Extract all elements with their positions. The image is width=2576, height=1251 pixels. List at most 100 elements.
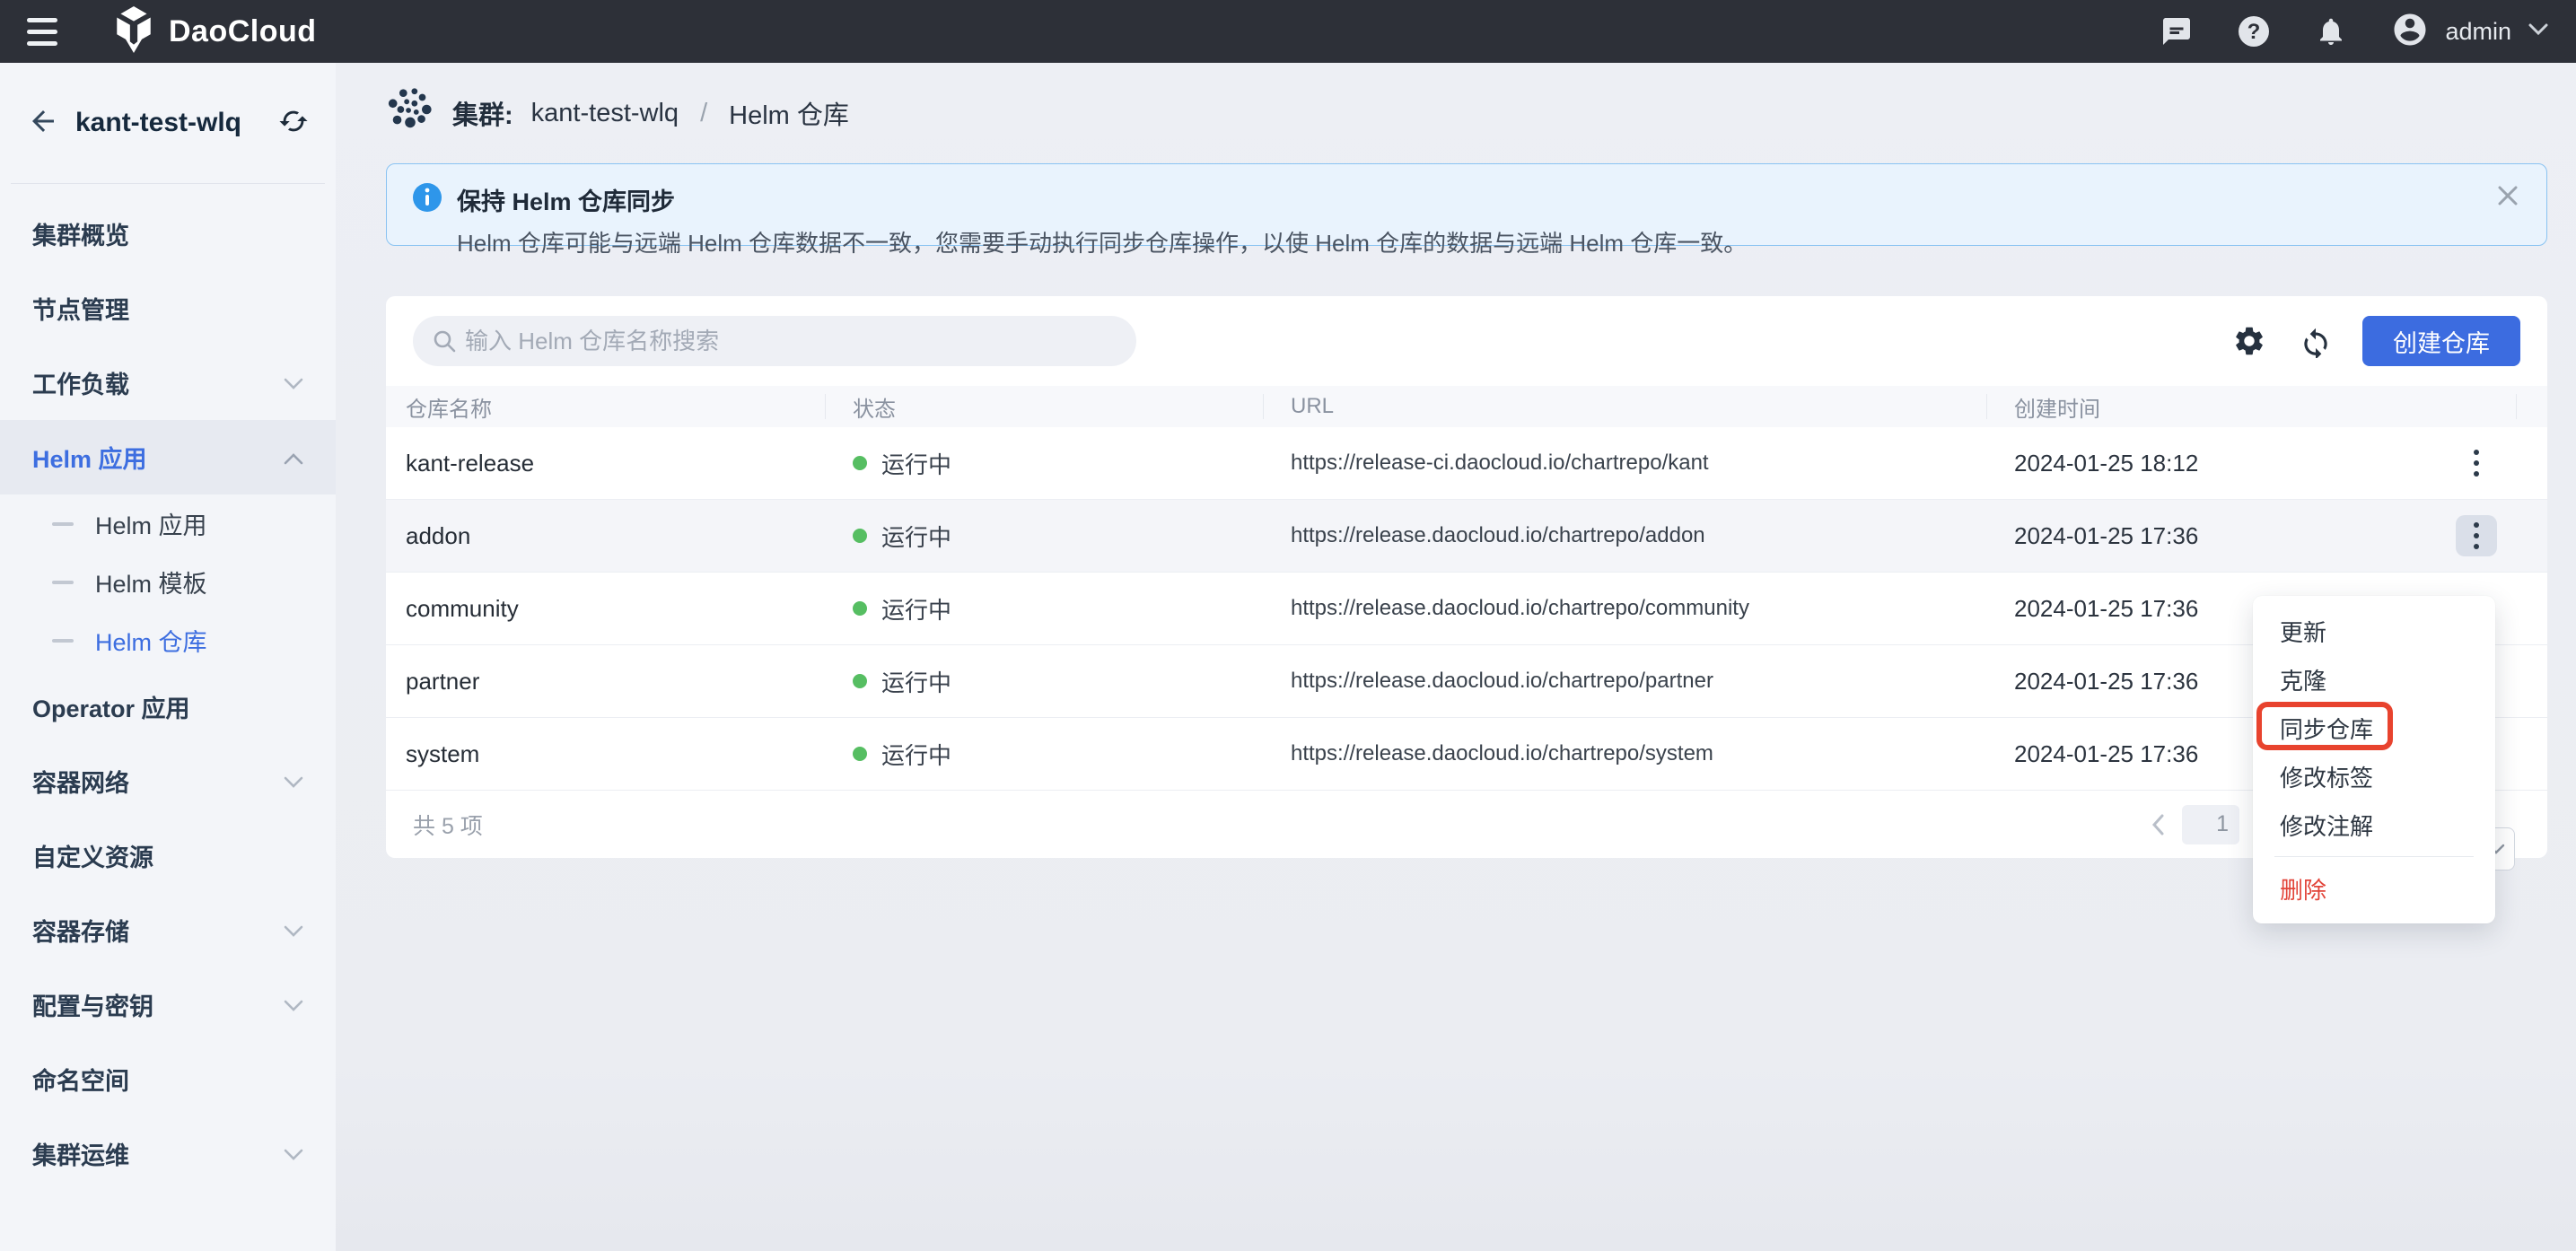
sync-info-banner: 保持 Helm 仓库同步 Helm 仓库可能与远端 Helm 仓库数据不一致，您…	[386, 163, 2547, 246]
sidebar-item-helm-repo[interactable]: Helm 仓库	[0, 611, 336, 669]
chevron-down-icon	[2528, 22, 2549, 41]
daocloud-console: DaoCloud ? admin	[0, 0, 2576, 1251]
top-bar-actions: ? admin	[2160, 11, 2549, 53]
table-row[interactable]: partner 运行中 https://release.daocloud.io/…	[386, 645, 2547, 718]
repo-name: partner	[386, 668, 826, 695]
sidebar-item-helm-app[interactable]: Helm 应用	[0, 494, 336, 553]
column-header-url: URL	[1264, 394, 1987, 419]
refresh-icon[interactable]	[2296, 321, 2335, 361]
sidebar-item-custom-resources[interactable]: 自定义资源	[0, 818, 336, 893]
repo-url: https://release.daocloud.io/chartrepo/co…	[1264, 596, 1987, 621]
main-content: 集群: kant-test-wlq / Helm 仓库 保持 Helm 仓库同步	[336, 63, 2576, 1251]
created-time: 2024-01-25 17:36	[1987, 522, 2436, 550]
repo-name: addon	[386, 522, 826, 550]
sidebar-header: kant-test-wlq	[0, 63, 336, 183]
sidebar-item-container-storage[interactable]: 容器存储	[0, 893, 336, 967]
divider	[2274, 856, 2474, 857]
table-row[interactable]: system 运行中 https://release.daocloud.io/c…	[386, 718, 2547, 791]
status-badge: 运行中	[881, 738, 951, 771]
sidebar-item-cluster-overview[interactable]: 集群概览	[0, 197, 336, 271]
menu-item-update[interactable]: 更新	[2253, 607, 2495, 655]
back-arrow-icon[interactable]	[27, 105, 59, 142]
menu-item-delete[interactable]: 删除	[2253, 864, 2495, 913]
menu-item-edit-annotations[interactable]: 修改注解	[2253, 800, 2495, 849]
sidebar: kant-test-wlq 集群概览 节点管理 工作负载 Helm 应用 Hel…	[0, 63, 336, 1251]
total-count: 共 5 项	[413, 809, 483, 841]
status-badge: 运行中	[881, 520, 951, 553]
repo-name: community	[386, 595, 826, 623]
sidebar-item-config-secrets[interactable]: 配置与密钥	[0, 967, 336, 1042]
sidebar-item-helm-apps-group[interactable]: Helm 应用	[0, 420, 336, 494]
status-dot	[853, 601, 867, 616]
dash-icon	[52, 639, 74, 643]
brand: DaoCloud	[113, 6, 317, 57]
column-settings-gear-icon[interactable]	[2230, 321, 2269, 361]
status-dot	[853, 674, 867, 688]
top-bar: DaoCloud ? admin	[0, 0, 2576, 63]
search-icon	[431, 328, 458, 359]
table-footer: 共 5 项 / 1	[386, 791, 2547, 858]
repo-url: https://release.daocloud.io/chartrepo/pa…	[1264, 669, 1987, 694]
chevron-down-icon	[284, 767, 303, 795]
search-box	[413, 316, 1136, 366]
notifications-bell-icon[interactable]	[2314, 14, 2348, 48]
sidebar-item-operator-apps[interactable]: Operator 应用	[0, 669, 336, 744]
user-menu[interactable]: admin	[2391, 11, 2549, 53]
column-header-actions	[2436, 394, 2517, 419]
table-header: 仓库名称 状态 URL 创建时间	[386, 386, 2547, 427]
breadcrumb-separator: /	[697, 99, 711, 128]
table-row[interactable]: community 运行中 https://release.daocloud.i…	[386, 573, 2547, 645]
menu-item-clone[interactable]: 克隆	[2253, 655, 2495, 704]
sidebar-item-cluster-ops[interactable]: 集群运维	[0, 1116, 336, 1191]
search-input[interactable]	[413, 316, 1136, 366]
sidebar-item-helm-template[interactable]: Helm 模板	[0, 553, 336, 611]
info-icon	[412, 182, 442, 217]
repo-url: https://release.daocloud.io/chartrepo/sy…	[1264, 741, 1987, 766]
chevron-down-icon	[284, 991, 303, 1019]
messages-icon[interactable]	[2160, 14, 2194, 48]
help-icon[interactable]: ?	[2237, 14, 2271, 48]
sidebar-item-namespaces[interactable]: 命名空间	[0, 1042, 336, 1116]
sidebar-item-workloads[interactable]: 工作负载	[0, 346, 336, 420]
row-actions-menu: 更新 克隆 同步仓库 修改标签 修改注解 删除	[2253, 596, 2495, 923]
close-icon[interactable]	[2493, 180, 2523, 211]
table-row[interactable]: kant-release 运行中 https://release-ci.daoc…	[386, 427, 2547, 500]
brand-name: DaoCloud	[169, 14, 317, 49]
sidebar-menu: 集群概览 节点管理 工作负载 Helm 应用 Helm 应用 Helm 模板 H…	[0, 184, 336, 1191]
column-header-created: 创建时间	[1987, 394, 2436, 419]
breadcrumb-current: Helm 仓库	[729, 94, 849, 132]
table-row[interactable]: addon 运行中 https://release.daocloud.io/ch…	[386, 500, 2547, 573]
repo-name: kant-release	[386, 450, 826, 477]
cluster-name: kant-test-wlq	[75, 108, 278, 138]
breadcrumb-prefix: 集群:	[452, 94, 513, 132]
hamburger-menu-icon[interactable]	[27, 10, 70, 53]
sidebar-item-node-management[interactable]: 节点管理	[0, 271, 336, 346]
dash-icon	[52, 522, 74, 526]
svg-text:?: ?	[2247, 20, 2261, 44]
card-toolbar: 创建仓库	[386, 296, 2547, 386]
sidebar-item-container-network[interactable]: 容器网络	[0, 744, 336, 818]
switch-cluster-icon[interactable]	[278, 106, 309, 141]
column-header-gutter	[2517, 394, 2547, 419]
menu-item-sync-repo[interactable]: 同步仓库	[2253, 704, 2495, 752]
breadcrumb-cluster[interactable]: kant-test-wlq	[531, 99, 679, 128]
breadcrumb: 集群: kant-test-wlq / Helm 仓库	[386, 63, 2547, 163]
chevron-down-icon	[284, 369, 303, 397]
page-number-input[interactable]	[2182, 805, 2239, 844]
dash-icon	[52, 581, 74, 584]
column-header-name: 仓库名称	[386, 394, 826, 419]
chevron-down-icon	[284, 1140, 303, 1168]
status-dot	[853, 529, 867, 543]
status-dot	[853, 456, 867, 470]
banner-description: Helm 仓库可能与远端 Helm 仓库数据不一致，您需要手动执行同步仓库操作，…	[457, 225, 2484, 258]
chevron-up-icon	[284, 443, 303, 471]
column-header-status: 状态	[826, 394, 1264, 419]
row-actions-kebab-icon[interactable]	[2456, 515, 2497, 556]
menu-item-edit-labels[interactable]: 修改标签	[2253, 752, 2495, 800]
create-repo-button[interactable]: 创建仓库	[2362, 316, 2520, 366]
repo-url: https://release-ci.daocloud.io/chartrepo…	[1264, 451, 1987, 476]
prev-page-icon[interactable]	[2150, 813, 2166, 836]
row-actions-kebab-icon[interactable]	[2456, 442, 2497, 484]
banner-title: 保持 Helm 仓库同步	[457, 182, 675, 217]
avatar	[2391, 11, 2429, 53]
